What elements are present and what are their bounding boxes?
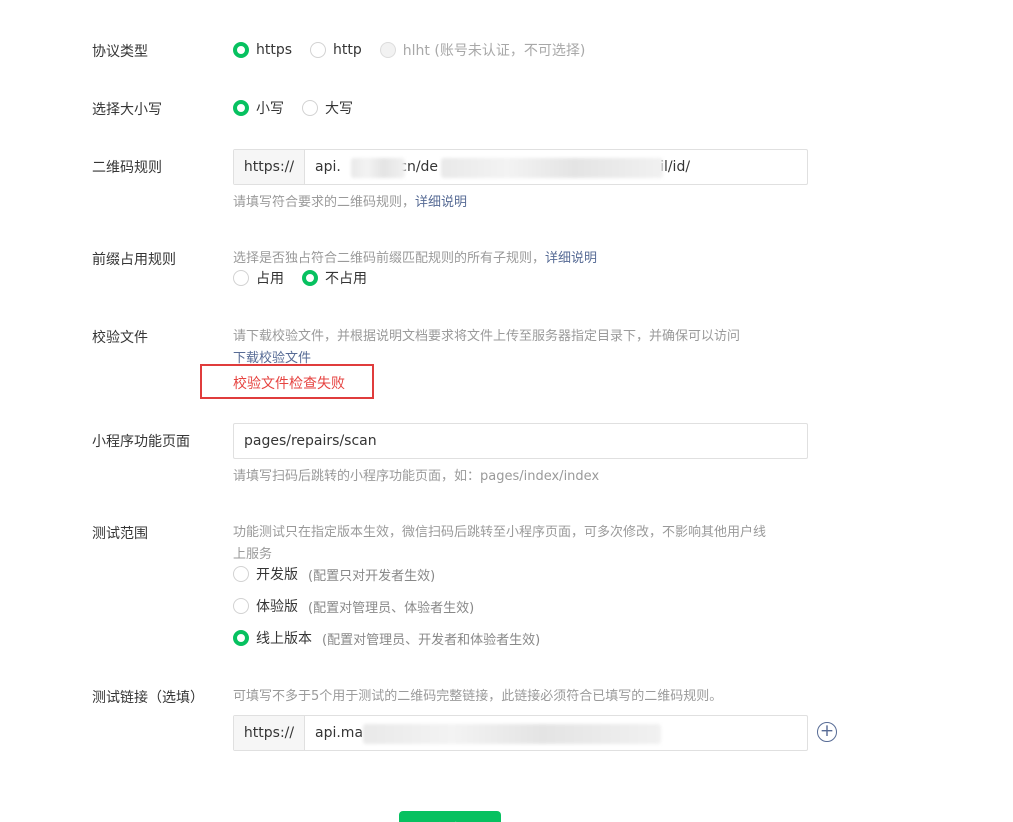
radio-label: 小写 (256, 101, 284, 117)
radio-label: 体验版 (256, 599, 298, 615)
verify-file-hint: 请下载校验文件，并根据说明文档要求将文件上传至服务器指定目录下，并确保可以访问 (233, 329, 741, 344)
prefix-rule-label: 前缀占用规则 (92, 252, 176, 268)
radio-checked-icon (233, 100, 249, 116)
qr-rule-value-start: api. (315, 159, 341, 175)
radio-label: 不占用 (325, 271, 367, 287)
test-scope-option-trial-row: 体验版 (配置对管理员、体验者生效) (233, 596, 492, 616)
plus-circle-icon[interactable]: + (817, 722, 837, 742)
case-radio-group: 小写 大写 (233, 98, 371, 118)
radio-note: (配置对管理员、体验者生效) (308, 600, 475, 616)
prefix-rule-detail-link[interactable]: 详细说明 (545, 251, 597, 266)
prefix-option-occupy[interactable]: 占用 (233, 268, 284, 288)
radio-note: (配置对管理员、开发者和体验者生效) (322, 632, 541, 648)
qr-rule-hint: 请填写符合要求的二维码规则，详细说明 (233, 191, 467, 210)
qr-rule-label: 二维码规则 (92, 160, 162, 176)
radio-label: http (333, 42, 362, 58)
radio-label: 开发版 (256, 567, 298, 583)
prefix-rule-radio-group: 占用 不占用 (233, 268, 385, 288)
redaction-blur (363, 724, 661, 744)
test-scope-label: 测试范围 (92, 526, 148, 542)
radio-label: 大写 (325, 101, 353, 117)
prefix-rule-hint-text: 选择是否独占符合二维码前缀匹配规则的所有子规则， (233, 251, 546, 266)
protocol-option-hlht: hlht (账号未认证，不可选择) (379, 40, 586, 60)
qr-rule-prefix: https:// (234, 150, 305, 184)
radio-checked-icon (302, 270, 318, 286)
prefix-rule-hint: 选择是否独占符合二维码前缀匹配规则的所有子规则，详细说明 (233, 247, 597, 266)
test-scope-option-online-row: 线上版本 (配置对管理员、开发者和体验者生效) (233, 628, 558, 648)
qr-rule-value-end: il/id/ (660, 159, 691, 175)
test-scope-option-dev[interactable]: 开发版 (配置只对开发者生效) (233, 564, 435, 584)
test-scope-option-trial[interactable]: 体验版 (配置对管理员、体验者生效) (233, 596, 474, 616)
protocol-radio-group: https http hlht (账号未认证，不可选择) (233, 40, 603, 60)
protocol-label: 协议类型 (92, 44, 148, 60)
radio-unchecked-icon (233, 566, 249, 582)
prefix-option-not-occupy[interactable]: 不占用 (302, 268, 367, 288)
test-link-input[interactable]: https:// api.ma (233, 715, 808, 751)
test-scope-option-dev-row: 开发版 (配置只对开发者生效) (233, 564, 453, 584)
redaction-blur (441, 158, 663, 178)
save-button[interactable]: 保存 (399, 811, 501, 822)
radio-checked-icon (233, 630, 249, 646)
verify-file-error: 校验文件检查失败 (233, 376, 345, 392)
radio-note: (配置只对开发者生效) (308, 568, 436, 584)
qr-rule-hint-text: 请填写符合要求的二维码规则， (233, 195, 416, 210)
test-scope-hint-line2: 上服务 (233, 547, 273, 562)
case-option-lower[interactable]: 小写 (233, 98, 284, 118)
test-scope-option-online[interactable]: 线上版本 (配置对管理员、开发者和体验者生效) (233, 628, 540, 648)
test-link-value-start: api.ma (315, 725, 364, 741)
qr-rule-value[interactable]: api. .cn/de il/id/ (305, 150, 807, 184)
redaction-blur (351, 158, 405, 178)
protocol-option-http[interactable]: http (310, 42, 362, 58)
qr-rule-detail-link[interactable]: 详细说明 (415, 195, 467, 210)
mini-page-label: 小程序功能页面 (92, 434, 190, 450)
radio-label: https (256, 42, 293, 58)
verify-file-label: 校验文件 (92, 330, 148, 346)
radio-label: 线上版本 (256, 631, 312, 647)
radio-label: 占用 (256, 271, 284, 287)
case-label: 选择大小写 (92, 102, 162, 118)
radio-checked-icon (233, 42, 249, 58)
radio-unchecked-icon (233, 270, 249, 286)
radio-unchecked-icon (310, 42, 327, 58)
mini-page-hint: 请填写扫码后跳转的小程序功能页面，如：pages/index/index (233, 469, 600, 484)
test-scope-hint-line1: 功能测试只在指定版本生效，微信扫码后跳转至小程序页面，可多次修改，不影响其他用户… (233, 525, 767, 540)
radio-unchecked-icon (233, 598, 249, 614)
radio-unchecked-icon (302, 100, 318, 116)
case-option-upper[interactable]: 大写 (302, 98, 353, 118)
protocol-option-https[interactable]: https (233, 42, 292, 58)
mini-page-input[interactable]: pages/repairs/scan (233, 423, 808, 459)
radio-label: hlht (账号未认证，不可选择) (402, 43, 586, 59)
test-link-value[interactable]: api.ma (305, 716, 807, 750)
test-link-label: 测试链接（选填） (92, 690, 204, 706)
test-link-hint: 可填写不多于5个用于测试的二维码完整链接，此链接必须符合已填写的二维码规则。 (233, 689, 723, 704)
radio-disabled-icon (379, 42, 396, 58)
qr-rule-input[interactable]: https:// api. .cn/de il/id/ (233, 149, 808, 185)
test-link-prefix: https:// (234, 716, 305, 750)
